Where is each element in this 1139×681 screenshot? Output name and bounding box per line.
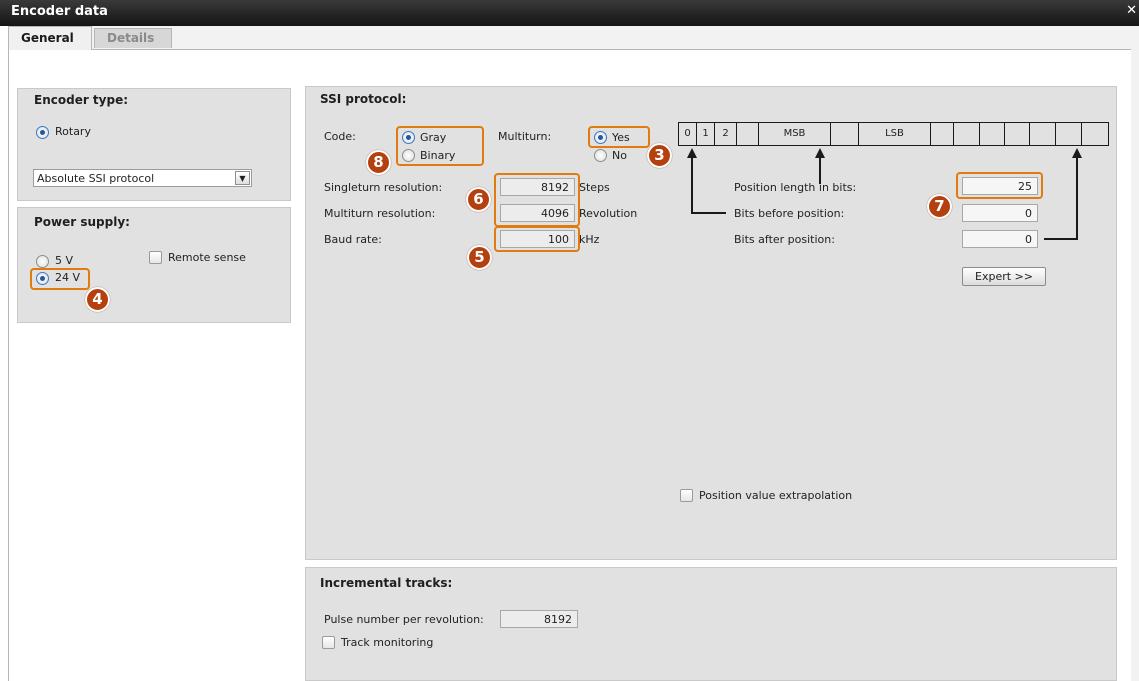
bit-cell bbox=[737, 123, 759, 145]
bit-cell: 0 bbox=[679, 123, 697, 145]
bits-before-label: Bits before position: bbox=[734, 207, 845, 220]
encoder-type-panel: Encoder type: Rotary Absolute SSI protoc… bbox=[17, 88, 291, 201]
highlight-multiturn bbox=[588, 126, 650, 148]
radio-5v[interactable] bbox=[36, 255, 49, 268]
highlight-baud-rate bbox=[494, 226, 580, 252]
bit-frame-diagram: 0 1 2 MSB LSB bbox=[678, 122, 1109, 146]
window-titlebar: Encoder data ✕ bbox=[0, 0, 1139, 26]
baud-rate-unit: kHz bbox=[579, 233, 600, 246]
bit-cell bbox=[1056, 123, 1082, 145]
protocol-select-value: Absolute SSI protocol bbox=[37, 172, 155, 185]
bits-after-field[interactable]: 0 bbox=[962, 230, 1038, 248]
power-supply-panel: Power supply: 5 V 24 V Remote sense bbox=[17, 207, 291, 323]
chevron-down-icon[interactable]: ▼ bbox=[235, 171, 250, 185]
baud-rate-label: Baud rate: bbox=[324, 233, 382, 246]
pulse-number-field[interactable]: 8192 bbox=[500, 610, 578, 628]
expert-button[interactable]: Expert >> bbox=[962, 267, 1046, 286]
multiturn-label: Multiturn: bbox=[498, 130, 552, 143]
bit-cell bbox=[1082, 123, 1108, 145]
multiturn-resolution-label: Multiturn resolution: bbox=[324, 207, 436, 220]
bit-cell bbox=[954, 123, 980, 145]
encoder-type-title: Encoder type: bbox=[34, 93, 129, 107]
callout-badge: 3 bbox=[647, 143, 672, 168]
pulse-number-label: Pulse number per revolution: bbox=[324, 613, 484, 626]
bit-cell bbox=[980, 123, 1005, 145]
connector-line bbox=[691, 212, 726, 214]
ssi-protocol-title: SSI protocol: bbox=[320, 92, 407, 106]
multiturn-resolution-unit: Revolution bbox=[579, 207, 638, 220]
highlight-24v bbox=[30, 268, 90, 290]
close-icon[interactable]: ✕ bbox=[1126, 3, 1137, 18]
power-supply-title: Power supply: bbox=[34, 215, 130, 229]
singleturn-resolution-label: Singleturn resolution: bbox=[324, 181, 443, 194]
bits-before-field[interactable]: 0 bbox=[962, 204, 1038, 222]
callout-badge: 7 bbox=[927, 194, 952, 219]
track-monitoring-label: Track monitoring bbox=[341, 636, 434, 649]
rotary-radio[interactable] bbox=[36, 126, 49, 139]
bit-cell-lsb: LSB bbox=[859, 123, 931, 145]
connector-line bbox=[1076, 156, 1078, 239]
radio-5v-label: 5 V bbox=[55, 254, 74, 267]
tab-details[interactable]: Details bbox=[94, 28, 172, 48]
bits-after-label: Bits after position: bbox=[734, 233, 835, 246]
remote-sense-checkbox[interactable] bbox=[149, 251, 162, 264]
callout-badge: 6 bbox=[466, 187, 491, 212]
bit-cell: 1 bbox=[697, 123, 715, 145]
tab-general[interactable]: General bbox=[8, 26, 92, 50]
multiturn-no-label: No bbox=[612, 149, 627, 162]
extrapolation-label: Position value extrapolation bbox=[699, 489, 853, 502]
position-length-label: Position length in bits: bbox=[734, 181, 857, 194]
singleturn-unit: Steps bbox=[579, 181, 610, 194]
callout-badge: 8 bbox=[366, 150, 391, 175]
extrapolation-checkbox[interactable] bbox=[680, 489, 693, 502]
connector-line bbox=[691, 156, 693, 213]
bit-cell bbox=[831, 123, 859, 145]
highlight-code bbox=[396, 126, 484, 166]
bit-cell bbox=[1005, 123, 1030, 145]
connector-line bbox=[819, 156, 821, 184]
connector-line bbox=[1044, 238, 1078, 240]
code-label: Code: bbox=[324, 130, 356, 143]
bit-cell-msb: MSB bbox=[759, 123, 831, 145]
highlight-resolutions bbox=[494, 173, 580, 227]
multiturn-no-radio[interactable] bbox=[594, 149, 607, 162]
bit-cell bbox=[931, 123, 954, 145]
window-title: Encoder data bbox=[11, 4, 108, 19]
callout-badge: 5 bbox=[467, 245, 492, 270]
bit-cell: 2 bbox=[715, 123, 737, 145]
track-monitoring-checkbox[interactable] bbox=[322, 636, 335, 649]
protocol-select[interactable]: Absolute SSI protocol ▼ bbox=[33, 169, 252, 187]
remote-sense-label: Remote sense bbox=[168, 251, 246, 264]
incremental-tracks-title: Incremental tracks: bbox=[320, 576, 453, 590]
bit-cell bbox=[1030, 123, 1056, 145]
rotary-label: Rotary bbox=[55, 125, 91, 138]
callout-badge: 4 bbox=[85, 287, 110, 312]
highlight-position-length bbox=[956, 172, 1043, 199]
